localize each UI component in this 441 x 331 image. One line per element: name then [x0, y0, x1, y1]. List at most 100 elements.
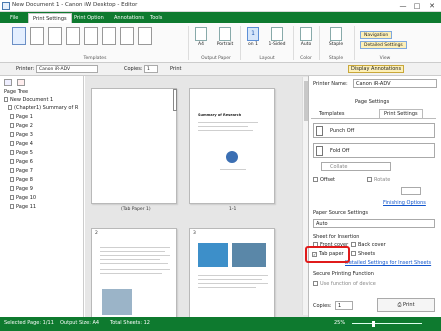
- group-label-output-paper: Output Paper: [201, 56, 231, 61]
- template-thumb-2[interactable]: [30, 27, 44, 45]
- finishing-options-link[interactable]: Finishing Options: [383, 200, 426, 206]
- page-2-preview[interactable]: 2: [91, 228, 177, 318]
- copies-panel-label: Copies:: [313, 303, 332, 309]
- tab-notch: [173, 89, 177, 111]
- print-toolbar-button[interactable]: Print: [170, 66, 182, 72]
- output-size-status: Output Size: A4: [60, 320, 100, 326]
- color-mode-button[interactable]: Auto: [297, 27, 315, 47]
- zoom-slider[interactable]: [352, 323, 422, 324]
- printer-select[interactable]: Canon iR-ADV: [36, 65, 98, 73]
- page-icon: [10, 204, 14, 209]
- tree-page-item[interactable]: Page 8: [10, 177, 33, 183]
- zoom-slider-thumb[interactable]: [372, 321, 375, 327]
- template-thumb-8[interactable]: [138, 27, 152, 45]
- navigation-button[interactable]: Navigation: [360, 31, 393, 39]
- page-tree-panel: Page Tree New Document 1 (Chapter1) Summ…: [0, 76, 84, 317]
- preview-canvas: (Tab Paper 1) Summary of Research 1-1 2 …: [85, 76, 308, 318]
- tree-page-item[interactable]: Page 1: [10, 114, 33, 120]
- tree-page-item[interactable]: Page 6: [10, 159, 33, 165]
- tab-print-settings[interactable]: Print Settings: [28, 13, 72, 23]
- maximize-button[interactable]: □: [410, 1, 424, 11]
- collate-select[interactable]: Collate: [321, 162, 391, 171]
- tab-file[interactable]: File: [6, 13, 22, 23]
- paper-size-button[interactable]: A4: [193, 27, 209, 47]
- tree-page-item[interactable]: Page 11: [10, 204, 36, 210]
- page-settings-title: Page Settings: [355, 99, 390, 105]
- group-divider: [188, 26, 189, 60]
- doc-title: Summary of Research: [198, 113, 242, 117]
- group-label-color: Color: [300, 56, 312, 61]
- print-button[interactable]: ⎙ Print: [377, 298, 435, 312]
- detailed-settings-button[interactable]: Detailed Settings: [360, 41, 407, 49]
- pages-per-sheet-button[interactable]: 1 on 1: [245, 27, 261, 47]
- offset-checkbox[interactable]: Offset: [313, 177, 335, 183]
- group-label-layout: Layout: [259, 56, 275, 61]
- printer-name-label: Printer Name:: [313, 81, 348, 87]
- copies-label: Copies:: [124, 66, 143, 72]
- tab-print-settings-panel[interactable]: Print Settings: [379, 109, 423, 118]
- tree-page-item[interactable]: Page 3: [10, 132, 33, 138]
- tree-page-item[interactable]: Page 10: [10, 195, 36, 201]
- copies-panel-input[interactable]: 1: [335, 301, 353, 310]
- ribbon: Templates A4 Portrait Output Paper 1 on 1…: [0, 23, 441, 63]
- copies-input[interactable]: 1: [144, 65, 158, 73]
- group-label-staple: Staple: [328, 56, 344, 61]
- template-thumb-1[interactable]: [12, 27, 26, 45]
- fold-icon: [316, 146, 323, 156]
- staple-icon: [330, 27, 342, 41]
- template-thumb-4[interactable]: [66, 27, 80, 45]
- page-2-number: 2: [95, 231, 98, 236]
- page-icon: [10, 132, 14, 137]
- detailed-insert-settings-link[interactable]: Detailed Settings for Insert Sheets: [345, 260, 431, 266]
- tree-page-item[interactable]: Page 5: [10, 150, 33, 156]
- tree-root[interactable]: New Document 1: [4, 97, 53, 103]
- tree-chapter[interactable]: (Chapter1) Summary of R: [8, 105, 78, 111]
- offset-count-field[interactable]: [401, 187, 421, 195]
- page-1-preview[interactable]: Summary of Research: [189, 88, 275, 204]
- minimize-button[interactable]: —: [396, 1, 410, 11]
- page-3-number: 3: [193, 231, 196, 236]
- printer-name-select[interactable]: Canon iR-ADV: [353, 79, 437, 88]
- title-bar: New Document 1 - Canon iW Desktop - Edit…: [0, 0, 441, 12]
- tree-page-item[interactable]: Page 2: [10, 123, 33, 129]
- rotate-checkbox[interactable]: Rotate: [367, 177, 390, 183]
- tab-paper-preview[interactable]: [91, 88, 177, 204]
- portrait-icon: [219, 27, 231, 41]
- tree-page-item[interactable]: Page 7: [10, 168, 33, 174]
- tree-toolbar-icon[interactable]: [4, 79, 12, 86]
- sheets-checkbox[interactable]: Sheets: [351, 251, 375, 257]
- page-1-label: 1-1: [229, 207, 237, 212]
- secure-printing-label: Secure Printing Function: [313, 271, 374, 277]
- tab-annotations[interactable]: Annotations: [110, 13, 148, 23]
- one-sided-icon: [271, 27, 283, 41]
- tree-page-item[interactable]: Page 4: [10, 141, 33, 147]
- tree-page-item[interactable]: Page 9: [10, 186, 33, 192]
- tree-toolbar-icon[interactable]: [17, 79, 25, 86]
- tab-templates[interactable]: Templates: [319, 111, 344, 117]
- orientation-button[interactable]: Portrait: [214, 27, 236, 47]
- group-divider: [354, 26, 355, 60]
- template-thumb-3[interactable]: [48, 27, 62, 45]
- group-divider: [319, 26, 320, 60]
- tab-print-option[interactable]: Print Option: [70, 13, 108, 23]
- app-icon: [2, 2, 10, 10]
- fold-select[interactable]: Fold Off: [313, 143, 435, 158]
- page-3-preview[interactable]: 3: [189, 228, 275, 318]
- template-thumb-7[interactable]: [120, 27, 134, 45]
- template-thumb-6[interactable]: [102, 27, 116, 45]
- settings-panel: Printer Name: Canon iR-ADV Page Settings…: [308, 76, 441, 317]
- template-thumb-5[interactable]: [84, 27, 98, 45]
- checkbox-icon: [313, 177, 318, 182]
- page-icon: [10, 150, 14, 155]
- paper-source-select[interactable]: Auto: [313, 219, 435, 228]
- punch-select[interactable]: Punch Off: [313, 123, 435, 138]
- staple-button[interactable]: Staple: [324, 27, 348, 47]
- sided-button[interactable]: 1-Sided: [266, 27, 288, 47]
- close-button[interactable]: ✕: [425, 1, 439, 11]
- display-annotations-button[interactable]: Display Annotations: [348, 65, 405, 73]
- back-cover-checkbox[interactable]: Back cover: [351, 242, 386, 248]
- page-icon: [10, 186, 14, 191]
- page-photo: [102, 289, 132, 315]
- use-device-function-checkbox[interactable]: Use function of device: [313, 281, 376, 287]
- tab-tools[interactable]: Tools: [146, 13, 166, 23]
